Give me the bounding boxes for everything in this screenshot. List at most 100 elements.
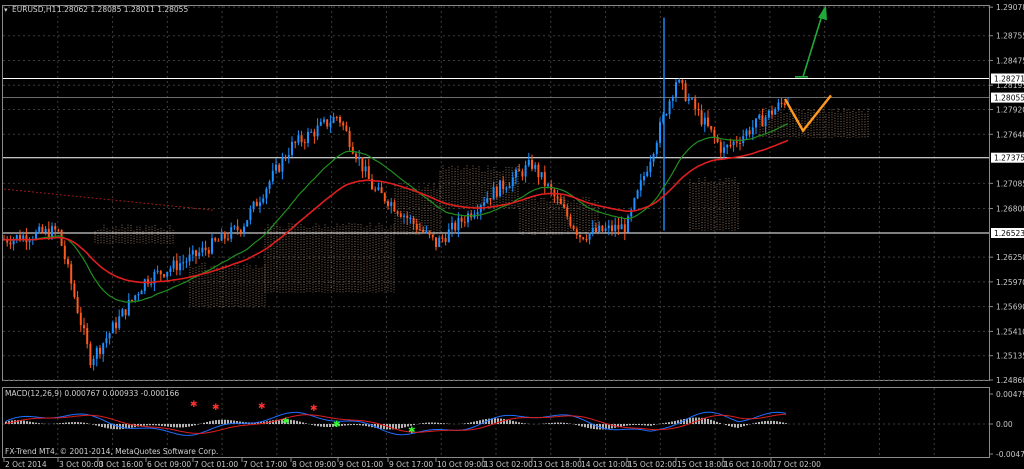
candle-body — [121, 309, 124, 317]
candle-body — [265, 188, 268, 199]
candle-body — [329, 122, 332, 127]
candle-body — [598, 225, 601, 233]
candle-body — [697, 109, 700, 111]
candle-body — [556, 196, 559, 199]
copyright-text: FX-Trend MT4, © 2001-2014, MetaQuotes So… — [5, 447, 218, 456]
candle-body — [259, 202, 261, 207]
price-tick-label: 1.25690 — [996, 303, 1024, 312]
macd-signal-marker: ✱ — [282, 417, 290, 427]
time-tick-label: 13 Oct 18:00 — [533, 460, 582, 469]
candle-body — [758, 115, 761, 119]
candle-body — [467, 213, 469, 223]
candle-body — [393, 202, 396, 212]
time-axis: 2 Oct 2014 3 Oct 00:003 Oct 16:00 6 Oct 09… — [3, 458, 821, 469]
candle-body — [691, 98, 693, 100]
candle-body — [102, 343, 105, 354]
candle-body — [159, 270, 162, 275]
price-tick-label: 1.24860 — [996, 376, 1024, 385]
moving-averages — [3, 123, 789, 303]
price-marker-label: 1.28055 — [994, 94, 1024, 103]
candle-body — [521, 171, 524, 177]
candle-body — [41, 226, 44, 233]
candle-body — [351, 146, 354, 154]
candle-body — [489, 198, 492, 200]
candle-body — [508, 186, 511, 189]
candle-body — [262, 198, 265, 203]
macd-tick-label: 0.00 — [996, 420, 1013, 429]
candle-body — [67, 259, 69, 265]
candle-body — [207, 249, 210, 254]
candle-body — [559, 198, 562, 205]
candle-body — [137, 294, 140, 296]
candle-body — [495, 186, 498, 197]
candle-body — [246, 220, 249, 227]
candle-body — [297, 135, 300, 143]
candle-body — [454, 222, 457, 231]
time-tick-label: 15 Oct 18:00 — [677, 460, 726, 469]
candle-body — [518, 169, 521, 172]
candle-body — [339, 117, 341, 123]
candle-body — [569, 216, 572, 226]
candle-body — [345, 125, 348, 131]
candle-body — [361, 157, 364, 172]
candle-body — [236, 226, 239, 231]
price-chart[interactable]: ✱ ✱ ✱ ✱✱ ✱✱ 1.290781.287551.284751.281951.27… — [0, 0, 1024, 469]
time-tick-label: 8 Oct 09:00 — [292, 460, 336, 469]
candle-body — [687, 98, 690, 101]
candle-body — [444, 238, 447, 242]
candle-body — [195, 250, 197, 257]
time-tick-label: 2 Oct 2014 — [5, 460, 47, 469]
candle-body — [99, 347, 101, 354]
candle-body — [700, 110, 703, 125]
candle-body — [607, 225, 610, 229]
candle-body — [313, 131, 316, 137]
candle-body — [575, 229, 578, 236]
candle-body — [281, 157, 284, 172]
candle-body — [239, 230, 242, 233]
candle-body — [684, 83, 687, 101]
candle-body — [441, 237, 444, 239]
macd-indicator: ✱ ✱ ✱ ✱ ✱ ✱ ✱ — [5, 400, 787, 436]
symbol-header-icon: ▾ — [4, 6, 8, 14]
candle-body — [201, 247, 204, 253]
candle-body — [777, 102, 780, 110]
candle-body — [668, 100, 671, 115]
candle-body — [179, 263, 181, 271]
price-tick-label: 1.26250 — [996, 253, 1024, 262]
candle-body — [204, 247, 207, 250]
candle-body — [76, 297, 79, 313]
candle-body — [44, 228, 47, 233]
candle-body — [217, 240, 220, 242]
candle-body — [271, 170, 274, 182]
candle-body — [118, 316, 121, 329]
candle-body — [780, 102, 783, 104]
candle-body — [124, 309, 127, 316]
candle-body — [182, 262, 185, 264]
candle-body — [723, 147, 725, 153]
candle-body — [92, 358, 95, 366]
candle-body — [655, 142, 658, 155]
ema-fast-line — [3, 123, 789, 303]
candle-body — [774, 109, 777, 115]
candle-body — [710, 126, 713, 130]
candle-body — [134, 295, 137, 300]
time-tick-label: 3 Oct 00:00 — [59, 460, 103, 469]
candle-body — [284, 157, 287, 159]
candle-body — [713, 129, 716, 138]
candle-body — [591, 227, 594, 234]
candle-body — [287, 155, 290, 159]
candle-body — [745, 130, 748, 137]
candle-body — [755, 118, 757, 128]
price-tick-label: 1.29078 — [996, 3, 1024, 12]
macd-signal-marker: ✱ — [190, 400, 198, 410]
candle-body — [451, 222, 453, 230]
candle-body — [447, 229, 450, 242]
candle-body — [335, 116, 338, 118]
candle-body — [540, 172, 543, 178]
candle-body — [761, 115, 764, 127]
candle-body — [57, 229, 60, 231]
candle-body — [214, 238, 217, 241]
time-tick-label: 14 Oct 10:00 — [581, 460, 630, 469]
candle-body — [278, 164, 281, 172]
candle-body — [543, 172, 546, 186]
